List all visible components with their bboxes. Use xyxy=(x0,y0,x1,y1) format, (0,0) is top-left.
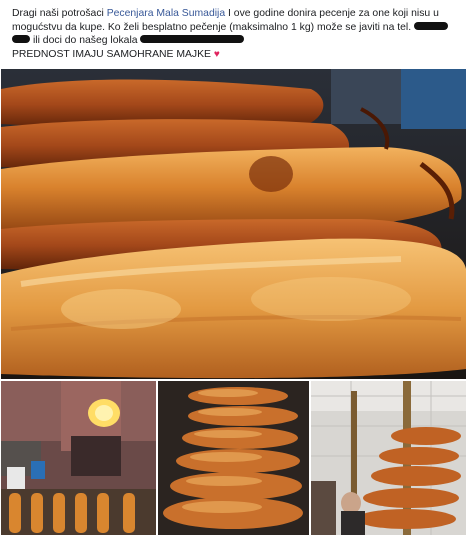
post-line-3: ili doci do našeg lokala xyxy=(12,34,460,48)
roast-pigs-closeup-photo[interactable] xyxy=(1,69,466,379)
wood-oven-photo[interactable] xyxy=(1,381,156,535)
post-line-4: PREDNOST IMAJU SAMOHRANE MAJKE ♥ xyxy=(12,48,460,62)
post-text-line4: PREDNOST IMAJU SAMOHRANE MAJKE xyxy=(12,48,211,60)
post-text-part2: I ove godine donira pecenje za one koji … xyxy=(225,8,439,19)
redacted-phone-scribble xyxy=(413,21,448,30)
post-text: Dragi naši potrošaci Pecenjara Mala Suma… xyxy=(12,7,460,61)
heart-icon: ♥ xyxy=(213,48,220,60)
post-text-line3: ili doci do našeg lokala xyxy=(33,35,138,46)
post-text-part1: Dragi naši potrošaci xyxy=(12,8,107,19)
redacted-address-scribble xyxy=(139,35,244,44)
post-line-2: mogućstvu da kupe. Ko želi besplatno peč… xyxy=(12,21,460,35)
redacted-phone-scribble-2 xyxy=(12,35,30,44)
page-mention-link[interactable]: Pecenjara Mala Sumadija xyxy=(107,8,225,19)
post-text-line2: mogućstvu da kupe. Ko želi besplatno peč… xyxy=(12,21,412,33)
rotisserie-rack-photo[interactable] xyxy=(311,381,466,535)
facebook-post: Dragi naši potrošaci Pecenjara Mala Suma… xyxy=(0,0,468,536)
post-line-1: Dragi naši potrošaci Pecenjara Mala Suma… xyxy=(12,7,460,21)
spit-rack-photo[interactable] xyxy=(158,381,309,535)
